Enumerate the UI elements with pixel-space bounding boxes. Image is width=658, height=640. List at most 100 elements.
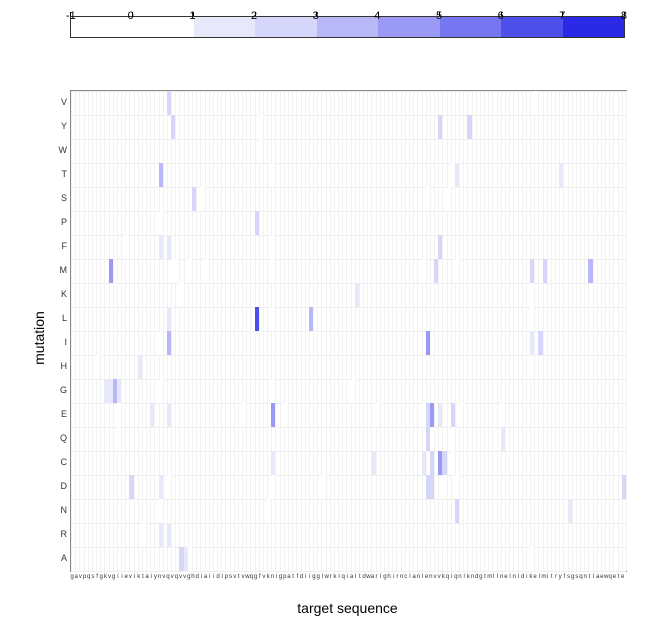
heatmap-cell: [455, 499, 459, 523]
heatmap-cell: [451, 427, 455, 451]
y-tick: F: [55, 241, 67, 251]
heatmap-cell: [188, 259, 192, 283]
heatmap-cell: [451, 451, 455, 475]
y-tick: E: [55, 409, 67, 419]
heatmap-cell: [534, 91, 538, 115]
y-tick: C: [55, 457, 67, 467]
heatmap-cell: [455, 475, 459, 499]
y-tick: I: [55, 337, 67, 347]
heatmap-cell: [376, 403, 380, 427]
heatmap-cell: [271, 451, 275, 475]
heatmap-cell: [588, 259, 592, 283]
heatmap-cell: [467, 115, 471, 139]
heatmap-cell: [451, 403, 455, 427]
heatmap-cell: [125, 235, 129, 259]
heatmap: [70, 90, 627, 572]
heatmap-cell: [438, 115, 442, 139]
heatmap-cell: [192, 187, 196, 211]
heatmap-cell: [271, 163, 275, 187]
heatmap-cell: [200, 187, 204, 211]
y-tick: T: [55, 169, 67, 179]
heatmap-cell: [438, 403, 442, 427]
heatmap-cell: [309, 307, 313, 331]
heatmap-cell: [271, 259, 275, 283]
heatmap-cell: [442, 451, 446, 475]
heatmap-cell: [430, 427, 434, 451]
y-tick: A: [55, 553, 67, 563]
heatmap-cell: [179, 283, 183, 307]
heatmap-cell: [159, 499, 163, 523]
heatmap-cell: [159, 211, 163, 235]
heatmap-cell: [501, 403, 505, 427]
heatmap-cell: [138, 355, 142, 379]
y-tick: N: [55, 505, 67, 515]
heatmap-cell: [530, 259, 534, 283]
x-axis-labels: gavpqsfgkvgiieviktaiynvqvqvvghdiaiidlpsv…: [70, 573, 625, 585]
heatmap-cell: [117, 379, 121, 403]
heatmap-cell: [167, 235, 171, 259]
y-tick: Q: [55, 433, 67, 443]
heatmap-cell: [205, 259, 209, 283]
heatmap-cell: [109, 259, 113, 283]
y-tick: H: [55, 361, 67, 371]
heatmap-cell: [271, 379, 275, 403]
heatmap-cell: [559, 163, 563, 187]
heatmap-cell: [255, 307, 259, 331]
y-tick: G: [55, 385, 67, 395]
heatmap-cell: [171, 115, 175, 139]
heatmap-cell: [259, 115, 263, 139]
heatmap-cell: [271, 235, 275, 259]
heatmap-cell: [129, 475, 133, 499]
heatmap-cell: [142, 523, 146, 547]
y-tick: P: [55, 217, 67, 227]
heatmap-cell: [438, 235, 442, 259]
y-axis-labels: VYWTSPFMKLIHGEQCDNRA: [55, 90, 67, 570]
heatmap-cell: [543, 259, 547, 283]
heatmap-cell: [159, 379, 163, 403]
heatmap-cell: [255, 211, 259, 235]
heatmap-cell: [96, 355, 100, 379]
heatmap-cell: [159, 523, 163, 547]
y-tick: Y: [55, 121, 67, 131]
heatmap-cell: [455, 163, 459, 187]
y-tick: R: [55, 529, 67, 539]
heatmap-cell: [242, 403, 246, 427]
heatmap-cell: [455, 259, 459, 283]
heatmap-cell: [530, 283, 534, 307]
heatmap-cell: [188, 547, 192, 571]
heatmap-cell: [430, 475, 434, 499]
heatmap-grid: [71, 91, 626, 571]
legend-colorbar: [70, 16, 625, 38]
heatmap-cell: [267, 499, 271, 523]
x-axis-title: target sequence: [70, 600, 625, 616]
heatmap-cell: [159, 475, 163, 499]
heatmap-cell: [167, 475, 171, 499]
heatmap-cell: [355, 283, 359, 307]
heatmap-cell: [271, 403, 275, 427]
heatmap-cell: [167, 91, 171, 115]
heatmap-cell: [371, 451, 375, 475]
heatmap-cell: [426, 187, 430, 211]
heatmap-cell: [167, 307, 171, 331]
heatmap-cell: [167, 403, 171, 427]
y-tick: K: [55, 289, 67, 299]
heatmap-cell: [321, 475, 325, 499]
heatmap-cell: [175, 259, 179, 283]
color-legend: -1012345678: [70, 10, 625, 38]
heatmap-cell: [442, 475, 446, 499]
heatmap-cell: [451, 163, 455, 187]
heatmap-cell: [434, 259, 438, 283]
heatmap-cell: [530, 547, 534, 571]
heatmap-cell: [530, 331, 534, 355]
y-tick: V: [55, 97, 67, 107]
heatmap-cell: [117, 403, 121, 427]
heatmap-cell: [538, 331, 542, 355]
heatmap-cell: [447, 187, 451, 211]
heatmap-cell: [167, 523, 171, 547]
heatmap-cell: [159, 163, 163, 187]
heatmap-cell: [530, 307, 534, 331]
heatmap-cell: [117, 427, 121, 451]
y-tick: L: [55, 313, 67, 323]
heatmap-cell: [159, 235, 163, 259]
y-axis-title: mutation: [31, 311, 47, 365]
